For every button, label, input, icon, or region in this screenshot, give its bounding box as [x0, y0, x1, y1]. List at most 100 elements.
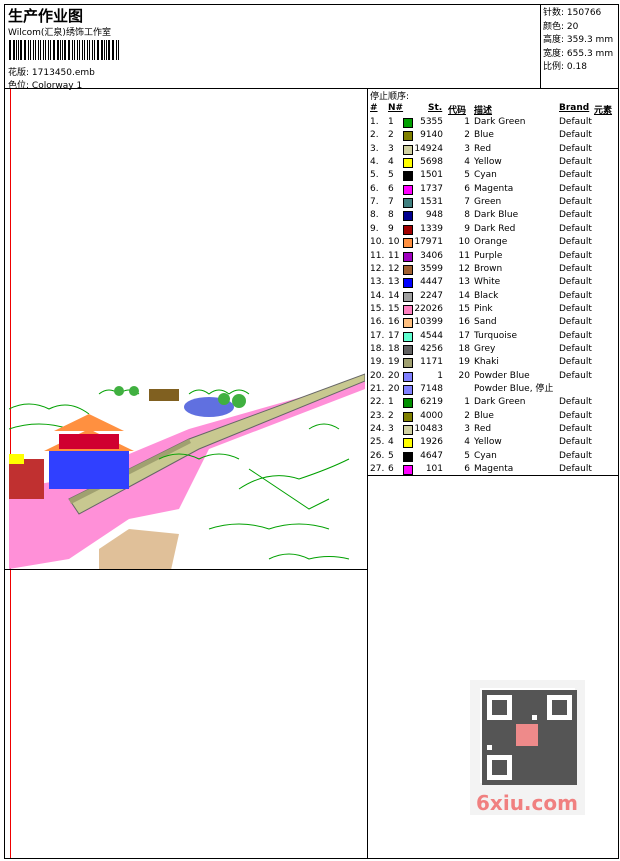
row-num: 21. [370, 384, 385, 394]
row-n: 13 [388, 277, 400, 288]
row-desc: Pink [474, 303, 493, 314]
col-num: # [370, 103, 378, 113]
info-width: 宽度: 655.3 mm [543, 48, 614, 59]
color-swatch [403, 358, 413, 369]
row-num: 22. [370, 397, 385, 408]
color-swatch [403, 398, 413, 409]
table-row: 23. 2 4000 2 Blue Default [368, 410, 618, 423]
barcode-bar [83, 40, 85, 60]
color-swatch [403, 451, 413, 462]
row-stitches: 22026 [414, 303, 443, 314]
row-brand: Default [559, 410, 592, 421]
row-desc: Dark Green [474, 397, 526, 408]
row-n: 1 [388, 397, 394, 408]
row-n: 10 [388, 237, 400, 248]
row-num: 15. [370, 303, 385, 314]
row-desc: Dark Red [474, 223, 516, 234]
palace [9, 414, 134, 499]
table-row: 15. 15 22026 15 Pink Default [368, 303, 618, 316]
row-num: 25. [370, 437, 385, 448]
row-stitches: 10483 [414, 424, 443, 435]
row-desc: Turquoise [474, 330, 518, 341]
table-row: 10. 10 17971 10 Orange Default [368, 236, 618, 249]
row-n: 3 [388, 143, 394, 154]
table-row: 20. 20 1 20 Powder Blue Default [368, 370, 618, 383]
row-desc: Blue [474, 410, 494, 421]
color-swatch [403, 118, 413, 128]
row-num: 23. [370, 410, 385, 421]
row-desc: Powder Blue, 停止 [474, 384, 554, 394]
row-code: 3 [464, 424, 470, 435]
row-desc: Purple [474, 250, 503, 261]
row-brand: Default [559, 157, 592, 168]
barcode-bar [86, 40, 89, 60]
row-desc: Yellow [474, 157, 502, 168]
barcode-bar [47, 40, 49, 60]
row-brand: Default [559, 450, 592, 461]
row-n: 7 [388, 197, 394, 208]
color-swatch [403, 238, 413, 249]
row-stitches: 2247 [420, 290, 443, 301]
row-desc: Orange [474, 237, 508, 248]
row-num: 2. [370, 130, 379, 141]
row-stitches: 4447 [420, 277, 443, 288]
color-swatch [403, 144, 413, 155]
row-code: 18 [458, 343, 470, 354]
row-stitches: 1171 [420, 357, 443, 368]
row-desc: Cyan [474, 450, 497, 461]
row-code: 2 [464, 410, 470, 421]
row-brand: Default [559, 130, 592, 141]
row-code: 2 [464, 130, 470, 141]
row-code: 9 [464, 223, 470, 234]
row-code: 5 [464, 450, 470, 461]
color-swatch [403, 425, 413, 436]
col-n: N# [388, 103, 404, 113]
table-row: 9. 9 1339 9 Dark Red Default [368, 223, 618, 236]
color-swatch [403, 291, 413, 302]
row-n: 11 [388, 250, 400, 261]
row-code: 1 [464, 397, 470, 408]
row-code: 17 [458, 330, 470, 341]
barcode-bar [62, 40, 64, 60]
row-code: 4 [464, 437, 470, 448]
table-row: 8. 8 948 8 Dark Blue Default [368, 209, 618, 222]
barcode-bar [28, 40, 30, 60]
row-code: 13 [458, 277, 470, 288]
row-stitches: 3599 [420, 263, 443, 274]
row-num: 9. [370, 223, 379, 234]
row-brand: Default [559, 424, 592, 435]
barcode-bar [13, 40, 15, 60]
color-swatch [403, 371, 413, 382]
barcode-bar [106, 40, 108, 60]
row-brand: Default [559, 277, 592, 288]
row-n: 17 [388, 330, 400, 341]
row-desc: Powder Blue [474, 370, 530, 381]
color-swatch [403, 184, 413, 195]
table-row: 6. 6 1737 6 Magenta Default [368, 183, 618, 196]
color-swatch [403, 171, 413, 182]
row-code: 1 [464, 117, 470, 127]
barcode-bar [64, 40, 66, 60]
color-swatch [403, 224, 413, 235]
barcode [9, 40, 121, 60]
row-brand: Default [559, 370, 592, 381]
color-swatch [403, 198, 413, 209]
row-code: 3 [464, 143, 470, 154]
row-desc: Blue [474, 130, 494, 141]
row-stitches: 5355 [420, 117, 443, 127]
row-desc: Green [474, 197, 502, 208]
row-n: 3 [388, 424, 394, 435]
row-code: 5 [464, 170, 470, 181]
table-row: 14. 14 2247 14 Black Default [368, 290, 618, 303]
row-num: 4. [370, 157, 379, 168]
row-brand: Default [559, 317, 592, 328]
row-stitches: 1926 [420, 437, 443, 448]
row-brand: Default [559, 290, 592, 301]
barcode-bar [101, 40, 103, 60]
row-n: 6 [388, 183, 394, 194]
barcode-bar [20, 40, 22, 60]
row-stitches: 1339 [420, 223, 443, 234]
table-row: 13. 13 4447 13 White Default [368, 276, 618, 289]
col-desc: 描述 [474, 106, 493, 116]
row-stitches: 4000 [420, 410, 443, 421]
